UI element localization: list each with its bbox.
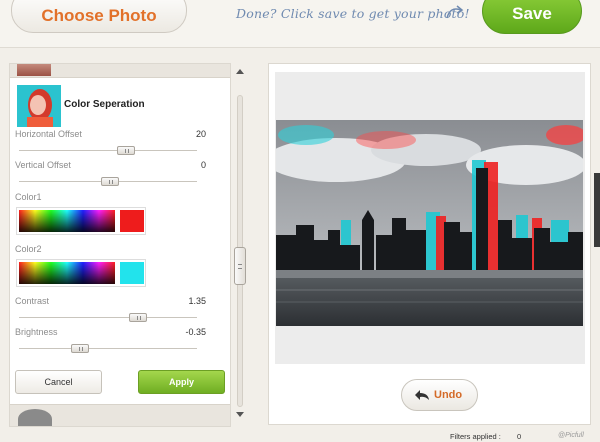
contrast-slider[interactable]	[129, 313, 147, 322]
contrast-label: Contrast	[15, 296, 50, 306]
undo-label: Undo	[434, 389, 463, 401]
horizontal-offset-value: 20	[195, 129, 206, 139]
brightness-slider[interactable]	[71, 344, 89, 353]
effect-thumbnail-prev[interactable]	[10, 64, 230, 78]
scroll-thumb[interactable]	[234, 247, 246, 285]
brightness-label: Brightness	[15, 327, 58, 337]
color2-picker[interactable]	[16, 259, 146, 287]
image-frame	[275, 72, 585, 364]
undo-button[interactable]: Undo	[401, 379, 478, 411]
effect-thumbnail	[17, 85, 61, 127]
top-bar: Choose Photo Done? Click save to get you…	[0, 0, 600, 48]
vertical-offset-label: Vertical Offset	[15, 160, 71, 170]
undo-arrow-icon	[415, 390, 429, 400]
filters-applied-count: 0	[517, 432, 522, 441]
scroll-down-icon[interactable]	[236, 412, 244, 417]
color1-label: Color1	[15, 192, 42, 202]
horizontal-offset-slider[interactable]	[117, 146, 135, 155]
vertical-offset-value: 0	[200, 160, 206, 170]
color2-swatch[interactable]	[120, 262, 144, 284]
effects-panel: Color Seperation Horizontal Offset 20 Ve…	[9, 63, 231, 427]
choose-photo-button[interactable]: Choose Photo	[11, 0, 187, 33]
color1-picker[interactable]	[16, 207, 146, 235]
brightness-value: -0.35	[185, 327, 206, 337]
contrast-track[interactable]	[19, 317, 197, 318]
choose-photo-label: Choose Photo	[41, 6, 157, 25]
color1-spectrum[interactable]	[19, 210, 115, 232]
apply-button[interactable]: Apply	[138, 370, 225, 394]
horizontal-offset-track[interactable]	[19, 150, 197, 151]
preview-panel: Undo	[268, 63, 591, 425]
color2-spectrum[interactable]	[19, 262, 115, 284]
effects-scrollbar[interactable]	[233, 65, 247, 421]
curved-arrow-icon	[446, 5, 464, 19]
save-hint: Done? Click save to get your photo!	[236, 6, 470, 21]
color2-label: Color2	[15, 244, 42, 254]
filters-applied-label: Filters applied :	[450, 432, 501, 441]
effect-thumbnail-next[interactable]	[10, 404, 230, 426]
effect-title: Color Seperation	[64, 99, 145, 110]
horizontal-offset-label: Horizontal Offset	[15, 129, 82, 139]
contrast-value: 1.35	[188, 296, 206, 306]
window-scrollbar-thumb[interactable]	[594, 173, 600, 247]
effect-header: Color Seperation	[10, 79, 230, 129]
color1-swatch[interactable]	[120, 210, 144, 232]
brightness-track[interactable]	[19, 348, 197, 349]
watermark: @Picfull	[558, 432, 584, 439]
save-button[interactable]: Save	[482, 0, 582, 34]
scroll-up-icon[interactable]	[236, 69, 244, 74]
cancel-button[interactable]: Cancel	[15, 370, 102, 394]
photo-preview	[276, 120, 583, 326]
vertical-offset-slider[interactable]	[101, 177, 119, 186]
